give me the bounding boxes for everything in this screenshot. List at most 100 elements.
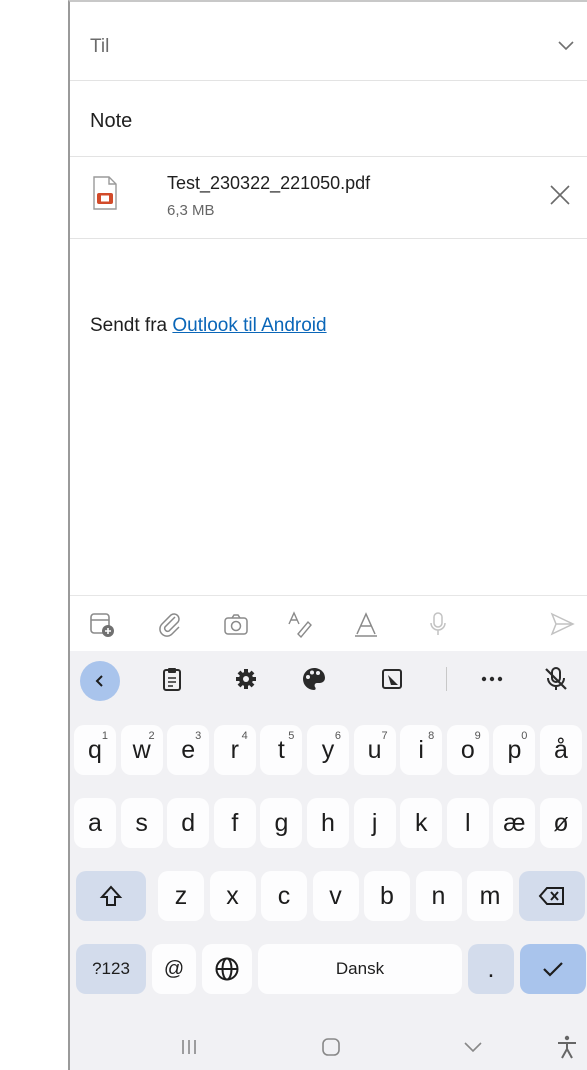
attachment-item[interactable]: Test_230322_221050.pdf 6,3 MB xyxy=(70,156,587,239)
key-label: g xyxy=(274,808,289,837)
key-r3-5[interactable]: n xyxy=(415,871,462,921)
add-attachment-icon[interactable] xyxy=(88,610,116,638)
key-label: u xyxy=(367,735,382,764)
key-r2-7[interactable]: k xyxy=(400,798,443,848)
key-r2-9[interactable]: æ xyxy=(493,798,536,848)
clipboard-icon[interactable] xyxy=(156,663,188,695)
key-label: i xyxy=(418,735,424,764)
gear-icon[interactable] xyxy=(230,663,262,695)
key-label: e xyxy=(181,735,196,764)
key-label: d xyxy=(181,808,196,837)
period-key[interactable]: . xyxy=(468,944,514,994)
key-r1-3[interactable]: r4 xyxy=(213,725,256,775)
key-r3-0[interactable]: z xyxy=(158,871,204,921)
key-label: j xyxy=(371,808,378,837)
key-r2-3[interactable]: f xyxy=(213,798,256,848)
key-number-hint: 7 xyxy=(381,730,388,742)
key-number-hint: 3 xyxy=(195,730,202,742)
key-r2-10[interactable]: ø xyxy=(540,798,582,848)
key-r1-0[interactable]: q1 xyxy=(74,725,116,775)
key-label: æ xyxy=(503,808,526,837)
subject-text: Note xyxy=(90,110,133,132)
key-label: y xyxy=(321,735,335,764)
back-icon[interactable] xyxy=(80,661,120,701)
remove-attachment-icon[interactable] xyxy=(547,182,573,208)
key-label: h xyxy=(321,808,335,837)
chevron-down-icon[interactable] xyxy=(555,34,577,56)
key-label: q xyxy=(88,735,102,764)
resize-icon[interactable] xyxy=(376,663,408,695)
space-key[interactable]: Dansk xyxy=(258,944,462,994)
signature-prefix: Sendt fra xyxy=(90,315,173,336)
backspace-key[interactable] xyxy=(519,871,585,921)
at-key[interactable]: @ xyxy=(152,944,196,994)
signature-link[interactable]: Outlook til Android xyxy=(172,315,326,336)
palette-icon[interactable] xyxy=(298,663,330,695)
key-r3-3[interactable]: v xyxy=(312,871,359,921)
key-label: b xyxy=(380,881,394,910)
key-r3-6[interactable]: m xyxy=(467,871,513,921)
key-r2-1[interactable]: s xyxy=(120,798,163,848)
key-label: r xyxy=(230,735,239,764)
key-label: z xyxy=(174,881,188,910)
key-r2-4[interactable]: g xyxy=(260,798,303,848)
key-r1-5[interactable]: y6 xyxy=(307,725,349,775)
more-icon[interactable] xyxy=(476,663,508,695)
home-icon[interactable] xyxy=(318,1034,344,1060)
key-label: å xyxy=(554,735,568,764)
symbols-key[interactable]: ?123 xyxy=(76,944,146,994)
key-number-hint: 0 xyxy=(521,730,528,742)
accessibility-icon[interactable] xyxy=(554,1034,580,1060)
hide-keyboard-icon[interactable] xyxy=(460,1034,486,1060)
key-r3-2[interactable]: c xyxy=(261,871,307,921)
key-label: p xyxy=(507,735,522,764)
key-label: t xyxy=(277,735,285,764)
key-r3-1[interactable]: x xyxy=(209,871,256,921)
key-r1-8[interactable]: o9 xyxy=(446,725,489,775)
key-r1-10[interactable]: å xyxy=(540,725,582,775)
recent-apps-icon[interactable] xyxy=(176,1034,202,1060)
compose-toolbar xyxy=(70,595,587,652)
keyboard-toolbar xyxy=(70,651,587,707)
subject-field[interactable]: Note xyxy=(70,80,587,157)
draw-icon[interactable] xyxy=(352,610,380,638)
key-label: x xyxy=(226,881,239,910)
attachment-name: Test_230322_221050.pdf xyxy=(167,173,371,193)
mic-off-icon[interactable] xyxy=(540,663,572,695)
key-r2-2[interactable]: d xyxy=(167,798,210,848)
key-number-hint: 6 xyxy=(334,730,341,742)
shift-icon xyxy=(99,885,123,906)
enter-key[interactable] xyxy=(520,944,586,994)
key-r1-1[interactable]: w2 xyxy=(120,725,163,775)
send-icon[interactable] xyxy=(548,610,576,638)
key-number-hint: 4 xyxy=(241,730,248,742)
key-r1-9[interactable]: p0 xyxy=(493,725,536,775)
key-r2-5[interactable]: h xyxy=(307,798,349,848)
key-r1-2[interactable]: e3 xyxy=(167,725,210,775)
key-label: o xyxy=(460,735,475,764)
toolbar-divider xyxy=(446,667,447,691)
key-label: l xyxy=(465,808,471,837)
pdf-file-icon xyxy=(93,176,117,210)
key-r1-7[interactable]: i8 xyxy=(400,725,443,775)
key-label: k xyxy=(414,808,428,837)
to-field[interactable]: Til xyxy=(70,2,587,81)
to-label: Til xyxy=(90,36,110,57)
key-label: n xyxy=(431,881,446,910)
key-r2-0[interactable]: a xyxy=(74,798,116,848)
key-number-hint: 8 xyxy=(428,730,435,742)
key-r1-6[interactable]: u7 xyxy=(353,725,396,775)
key-r2-6[interactable]: j xyxy=(353,798,396,848)
key-label: c xyxy=(277,881,291,910)
key-number-hint: 1 xyxy=(101,730,108,742)
paperclip-icon[interactable] xyxy=(156,610,184,638)
shift-key[interactable] xyxy=(76,871,146,921)
language-key[interactable] xyxy=(202,944,252,994)
key-r3-4[interactable]: b xyxy=(364,871,410,921)
key-r2-8[interactable]: l xyxy=(446,798,489,848)
format-text-icon[interactable] xyxy=(286,610,314,638)
microphone-icon[interactable] xyxy=(424,610,452,638)
on-screen-keyboard: q1w2e3r4t5y6u7i8o9p0å asdfghjklæø zxcvbn… xyxy=(70,651,587,1022)
camera-icon[interactable] xyxy=(222,610,250,638)
key-r1-4[interactable]: t5 xyxy=(260,725,303,775)
